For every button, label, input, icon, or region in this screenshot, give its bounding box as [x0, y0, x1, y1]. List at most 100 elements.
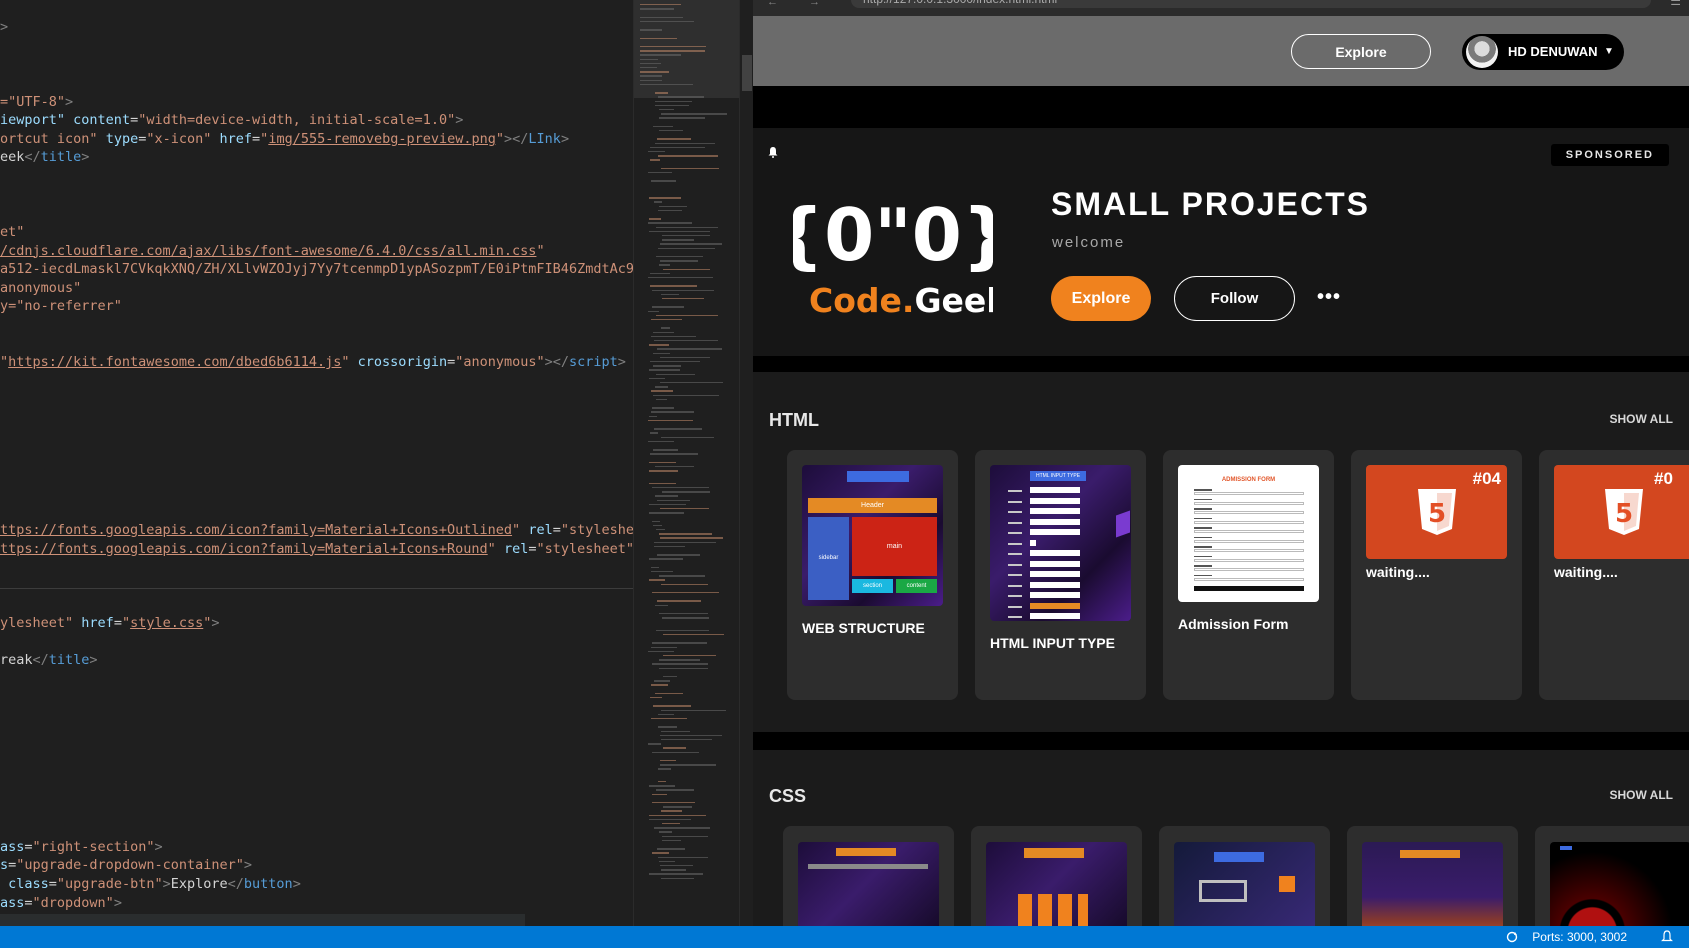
- follow-button[interactable]: Follow: [1174, 276, 1295, 321]
- minimap-line: [654, 827, 710, 829]
- minimap-line: [652, 852, 669, 854]
- project-card-admission-form[interactable]: ADMISSION FORM Admission Form: [1163, 450, 1334, 700]
- html5-icon: 5: [1605, 489, 1643, 535]
- hero-subtitle: welcome: [1052, 234, 1126, 251]
- thumb-row-field: [1030, 539, 1036, 546]
- code-token: "dropdown": [32, 894, 114, 911]
- notifications-bell-icon[interactable]: [1661, 930, 1673, 944]
- css-project-card[interactable]: [1159, 826, 1330, 926]
- code-token: </: [24, 149, 41, 166]
- code-line[interactable]: ass="right-section">: [0, 838, 163, 857]
- code-line[interactable]: s="upgrade-dropdown-container">: [0, 856, 252, 875]
- minimap-line: [656, 256, 703, 258]
- editor-scrollbar[interactable]: [739, 0, 753, 926]
- code-line[interactable]: >: [0, 18, 8, 37]
- code-line[interactable]: y="no-referrer": [0, 297, 122, 316]
- minimap-line: [657, 348, 722, 350]
- minimap-line: [663, 806, 692, 808]
- thumb-banner: [1560, 846, 1572, 850]
- code-line[interactable]: ass="dropdown">: [0, 894, 122, 913]
- navbar-explore-button[interactable]: Explore: [1291, 34, 1431, 69]
- code-line[interactable]: "https://kit.fontawesome.com/dbed6b6114.…: [0, 353, 626, 372]
- thumb-row-field: [1194, 520, 1304, 524]
- minimap-line: [648, 277, 713, 279]
- minimap-line: [640, 62, 661, 65]
- code-line[interactable]: anonymous": [0, 279, 81, 298]
- thumb-banner: [1400, 850, 1460, 858]
- css-project-card[interactable]: [971, 826, 1142, 926]
- show-all-css-link[interactable]: SHOW ALL: [1609, 788, 1673, 802]
- project-card-waiting-4[interactable]: 5 #04 waiting....: [1351, 450, 1522, 700]
- code-line[interactable]: ylesheet" href="style.css">: [0, 614, 220, 633]
- thumb-row-label: [1008, 500, 1022, 503]
- code-line[interactable]: et": [0, 223, 24, 242]
- minimap-line: [650, 432, 658, 434]
- project-card-web-structure[interactable]: Header sidebar main section content WEB …: [787, 450, 958, 700]
- html5-icon: 5: [1417, 489, 1456, 535]
- code-line[interactable]: reak</title>: [0, 651, 98, 670]
- minimap-line: [651, 335, 696, 338]
- code-token: =: [252, 130, 261, 147]
- code-token: =: [24, 838, 33, 855]
- code-editor[interactable]: > ="UTF-8"> iewport" content="width=device…: [0, 0, 633, 926]
- project-card-html-input-type[interactable]: HTML INPUT TYPE HTML INPUT TYPE: [975, 450, 1146, 700]
- code-token: </: [227, 875, 244, 892]
- code-line[interactable]: ttps://fonts.googleapis.com/icon?family=…: [0, 521, 633, 540]
- minimap-line: [661, 877, 694, 879]
- code-line[interactable]: ortcut icon" type="x-icon" href="img/555…: [0, 130, 569, 149]
- show-all-html-link[interactable]: SHOW ALL: [1609, 412, 1673, 426]
- logo-braces-text: {0"0}: [793, 193, 993, 277]
- code-line[interactable]: iewport" content="width=device-width, in…: [0, 111, 463, 130]
- thumb-grid: [1018, 894, 1088, 926]
- code-token: "anonymous": [455, 354, 545, 371]
- card-title: waiting....: [1366, 564, 1430, 580]
- code-line[interactable]: ="UTF-8">: [0, 93, 73, 112]
- code-line[interactable]: ttps://fonts.googleapis.com/icon?family=…: [0, 540, 633, 559]
- menu-icon[interactable]: ☰: [1670, 0, 1681, 8]
- minimap-line: [652, 289, 714, 291]
- card-title: WEB STRUCTURE: [802, 620, 925, 636]
- minimap[interactable]: [633, 0, 739, 926]
- thumb-row-label: [1008, 490, 1022, 492]
- code-token: </: [32, 652, 49, 669]
- code-token: "x-icon": [146, 130, 212, 147]
- address-bar[interactable]: http://127.0.0.1:3000/index.html.html: [851, 0, 1651, 8]
- minimap-line: [659, 667, 708, 669]
- project-card-waiting-5[interactable]: 5 #0 waiting....: [1539, 450, 1689, 700]
- code-token: "width=device-width, initial-scale=1.0": [138, 112, 456, 129]
- thumb-row-field: [1194, 511, 1304, 514]
- minimap-line: [661, 810, 682, 812]
- hero-explore-button[interactable]: Explore: [1051, 276, 1151, 321]
- logo-geek-text: Geek: [914, 281, 993, 320]
- css-project-card[interactable]: [783, 826, 954, 926]
- code-token: >: [89, 652, 98, 669]
- code-line[interactable]: eek</title>: [0, 148, 89, 167]
- thumb-row-label: [1008, 521, 1022, 524]
- minimap-line: [656, 629, 709, 632]
- code-line[interactable]: /cdnjs.cloudflare.com/ajax/libs/font-awe…: [0, 242, 545, 261]
- minimap-line: [652, 793, 667, 795]
- thumb-section: section: [852, 579, 893, 593]
- more-options-icon[interactable]: •••: [1317, 286, 1341, 309]
- profile-dropdown[interactable]: HD DENUWAN ▼: [1462, 34, 1624, 70]
- thumb-row-label: [1008, 595, 1022, 597]
- thumb-row-field: [1194, 577, 1304, 581]
- minimap-line: [651, 390, 673, 392]
- scrollbar-thumb[interactable]: [742, 55, 752, 91]
- minimap-line: [649, 218, 661, 220]
- css-project-card[interactable]: [1347, 826, 1518, 926]
- minimap-line: [659, 831, 672, 833]
- code-line[interactable]: a512-iecdLmaskl7CVkqkXNQ/ZH/XLlvWZOJyj7Y…: [0, 260, 633, 279]
- code-token: ": [0, 354, 9, 371]
- minimap-line: [659, 130, 683, 132]
- sync-icon[interactable]: [1505, 930, 1519, 944]
- minimap-line: [650, 159, 660, 161]
- thumb-row-label: [1194, 536, 1212, 538]
- code-token: >: [65, 93, 74, 110]
- css-project-card[interactable]: [1535, 826, 1689, 926]
- code-token: >: [455, 112, 464, 129]
- ports-indicator[interactable]: Ports: 3000, 3002: [1532, 926, 1627, 948]
- minimap-line: [652, 751, 699, 753]
- code-line[interactable]: class="upgrade-btn">Explore</button>: [0, 875, 301, 894]
